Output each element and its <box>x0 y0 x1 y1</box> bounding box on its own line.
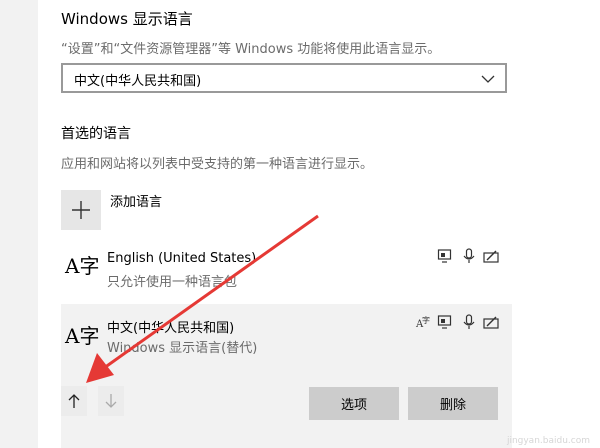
watermark-logo: Bai 经验 <box>517 408 592 429</box>
watermark-url: jingyan.baidu.com <box>506 436 590 446</box>
annotation-arrow <box>86 214 319 383</box>
